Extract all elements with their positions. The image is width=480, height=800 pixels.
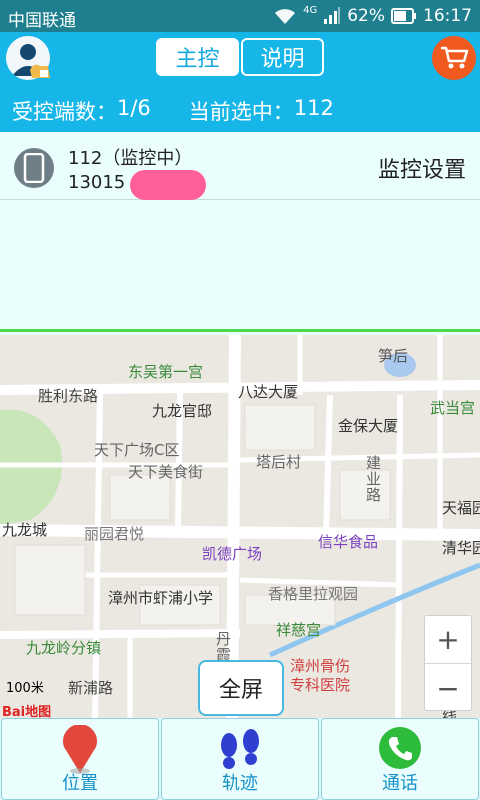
bottom-nav: 位置 轨迹 通话 <box>0 718 480 800</box>
shop-cart-button[interactable] <box>432 36 476 80</box>
map-label: 九龙官邸 <box>152 402 213 420</box>
map-label: 武当宫 <box>430 399 476 417</box>
device-list: 112（监控中） 13015 监控设置 <box>0 132 480 332</box>
map-label: 八达大厦 <box>238 383 299 401</box>
carrier-name: 中国联通 <box>8 11 76 31</box>
battery-percent: 62% <box>347 6 385 26</box>
tab-main-control[interactable]: 主控 <box>156 38 239 76</box>
status-icons: 4G 62% 16:17 <box>273 4 472 26</box>
tab-instructions[interactable]: 说明 <box>241 38 324 76</box>
status-bar: 中国联通 4G 62% 16:17 <box>0 0 480 32</box>
monitor-settings-link[interactable]: 监控设置 <box>378 152 466 184</box>
map-label: 塔后村 <box>256 453 302 471</box>
map-label: 新浦路 <box>68 679 114 697</box>
map-label: 九龙城 <box>2 521 48 539</box>
zoom-control: + − <box>424 615 472 711</box>
map-label: 漳州市虾浦小学 <box>108 589 214 607</box>
location-pin-icon <box>60 724 100 779</box>
map-label: 天下美食街 <box>128 463 204 481</box>
device-summary: 受控端数： 1/6 当前选中： 112 <box>12 96 334 126</box>
map-label: 金保大厦 <box>338 417 399 435</box>
map-label: 笋后 <box>378 347 409 365</box>
location-button[interactable]: 位置 <box>1 718 159 800</box>
hospital-line1: 漳州骨伤 <box>290 657 351 675</box>
map-label: 天福园 <box>442 499 480 517</box>
device-name: 112（监控中） <box>68 148 193 169</box>
map-label: 建业路 <box>366 454 382 504</box>
fullscreen-button[interactable]: 全屏 <box>198 660 284 716</box>
user-lock-icon <box>28 58 52 80</box>
device-phone: 13015 <box>68 172 126 193</box>
cart-icon <box>441 46 469 69</box>
map-label: 凯德广场 <box>202 545 263 563</box>
map-view[interactable]: 东吴第一宫 八达大厦 笋后 胜利东路 九龙官邸 金保大厦 武当宫 天下广场C区 … <box>0 335 480 720</box>
phone-call-icon <box>377 725 423 775</box>
map-label: 天下广场C区 <box>94 441 180 459</box>
zoom-out-button[interactable]: − <box>425 664 471 712</box>
controlled-count-value: 1/6 <box>117 96 151 120</box>
track-button[interactable]: 轨迹 <box>161 718 319 800</box>
controlled-count-label: 受控端数： <box>12 100 117 124</box>
redaction-mark <box>130 170 206 200</box>
clock: 16:17 <box>423 6 472 26</box>
call-button[interactable]: 通话 <box>321 718 479 800</box>
hospital-line2: 专科医院 <box>290 676 351 694</box>
selected-value: 112 <box>293 96 334 120</box>
map-label: 丽园君悦 <box>84 525 145 543</box>
selected-label: 当前选中： <box>188 100 294 124</box>
map-label: 九龙岭分镇 <box>26 639 102 657</box>
map-label: 胜利东路 <box>38 387 99 405</box>
phone-device-icon <box>14 148 54 188</box>
map-label: 信华食品 <box>318 533 379 551</box>
map-label: 香格里拉观园 <box>268 585 359 603</box>
app-header: 主控 说明 受控端数： 1/6 当前选中： 112 <box>0 32 480 132</box>
wifi-icon <box>273 7 297 25</box>
map-label: 祥慈宫 <box>276 621 322 639</box>
zoom-in-button[interactable]: + <box>425 616 471 664</box>
map-scale: 100米 <box>6 681 44 696</box>
list-item[interactable]: 112（监控中） 13015 监控设置 <box>0 136 480 200</box>
network-type: 4G <box>303 4 318 16</box>
map-label-hospital: 漳州骨伤 专科医院 <box>290 657 350 695</box>
signal-icon <box>323 7 341 25</box>
map-label: 清华园 <box>442 539 480 557</box>
battery-icon <box>391 8 417 24</box>
footprints-icon <box>213 725 267 777</box>
map-label: 东吴第一宫 <box>128 363 204 381</box>
tab-bar: 主控 说明 <box>156 38 324 76</box>
